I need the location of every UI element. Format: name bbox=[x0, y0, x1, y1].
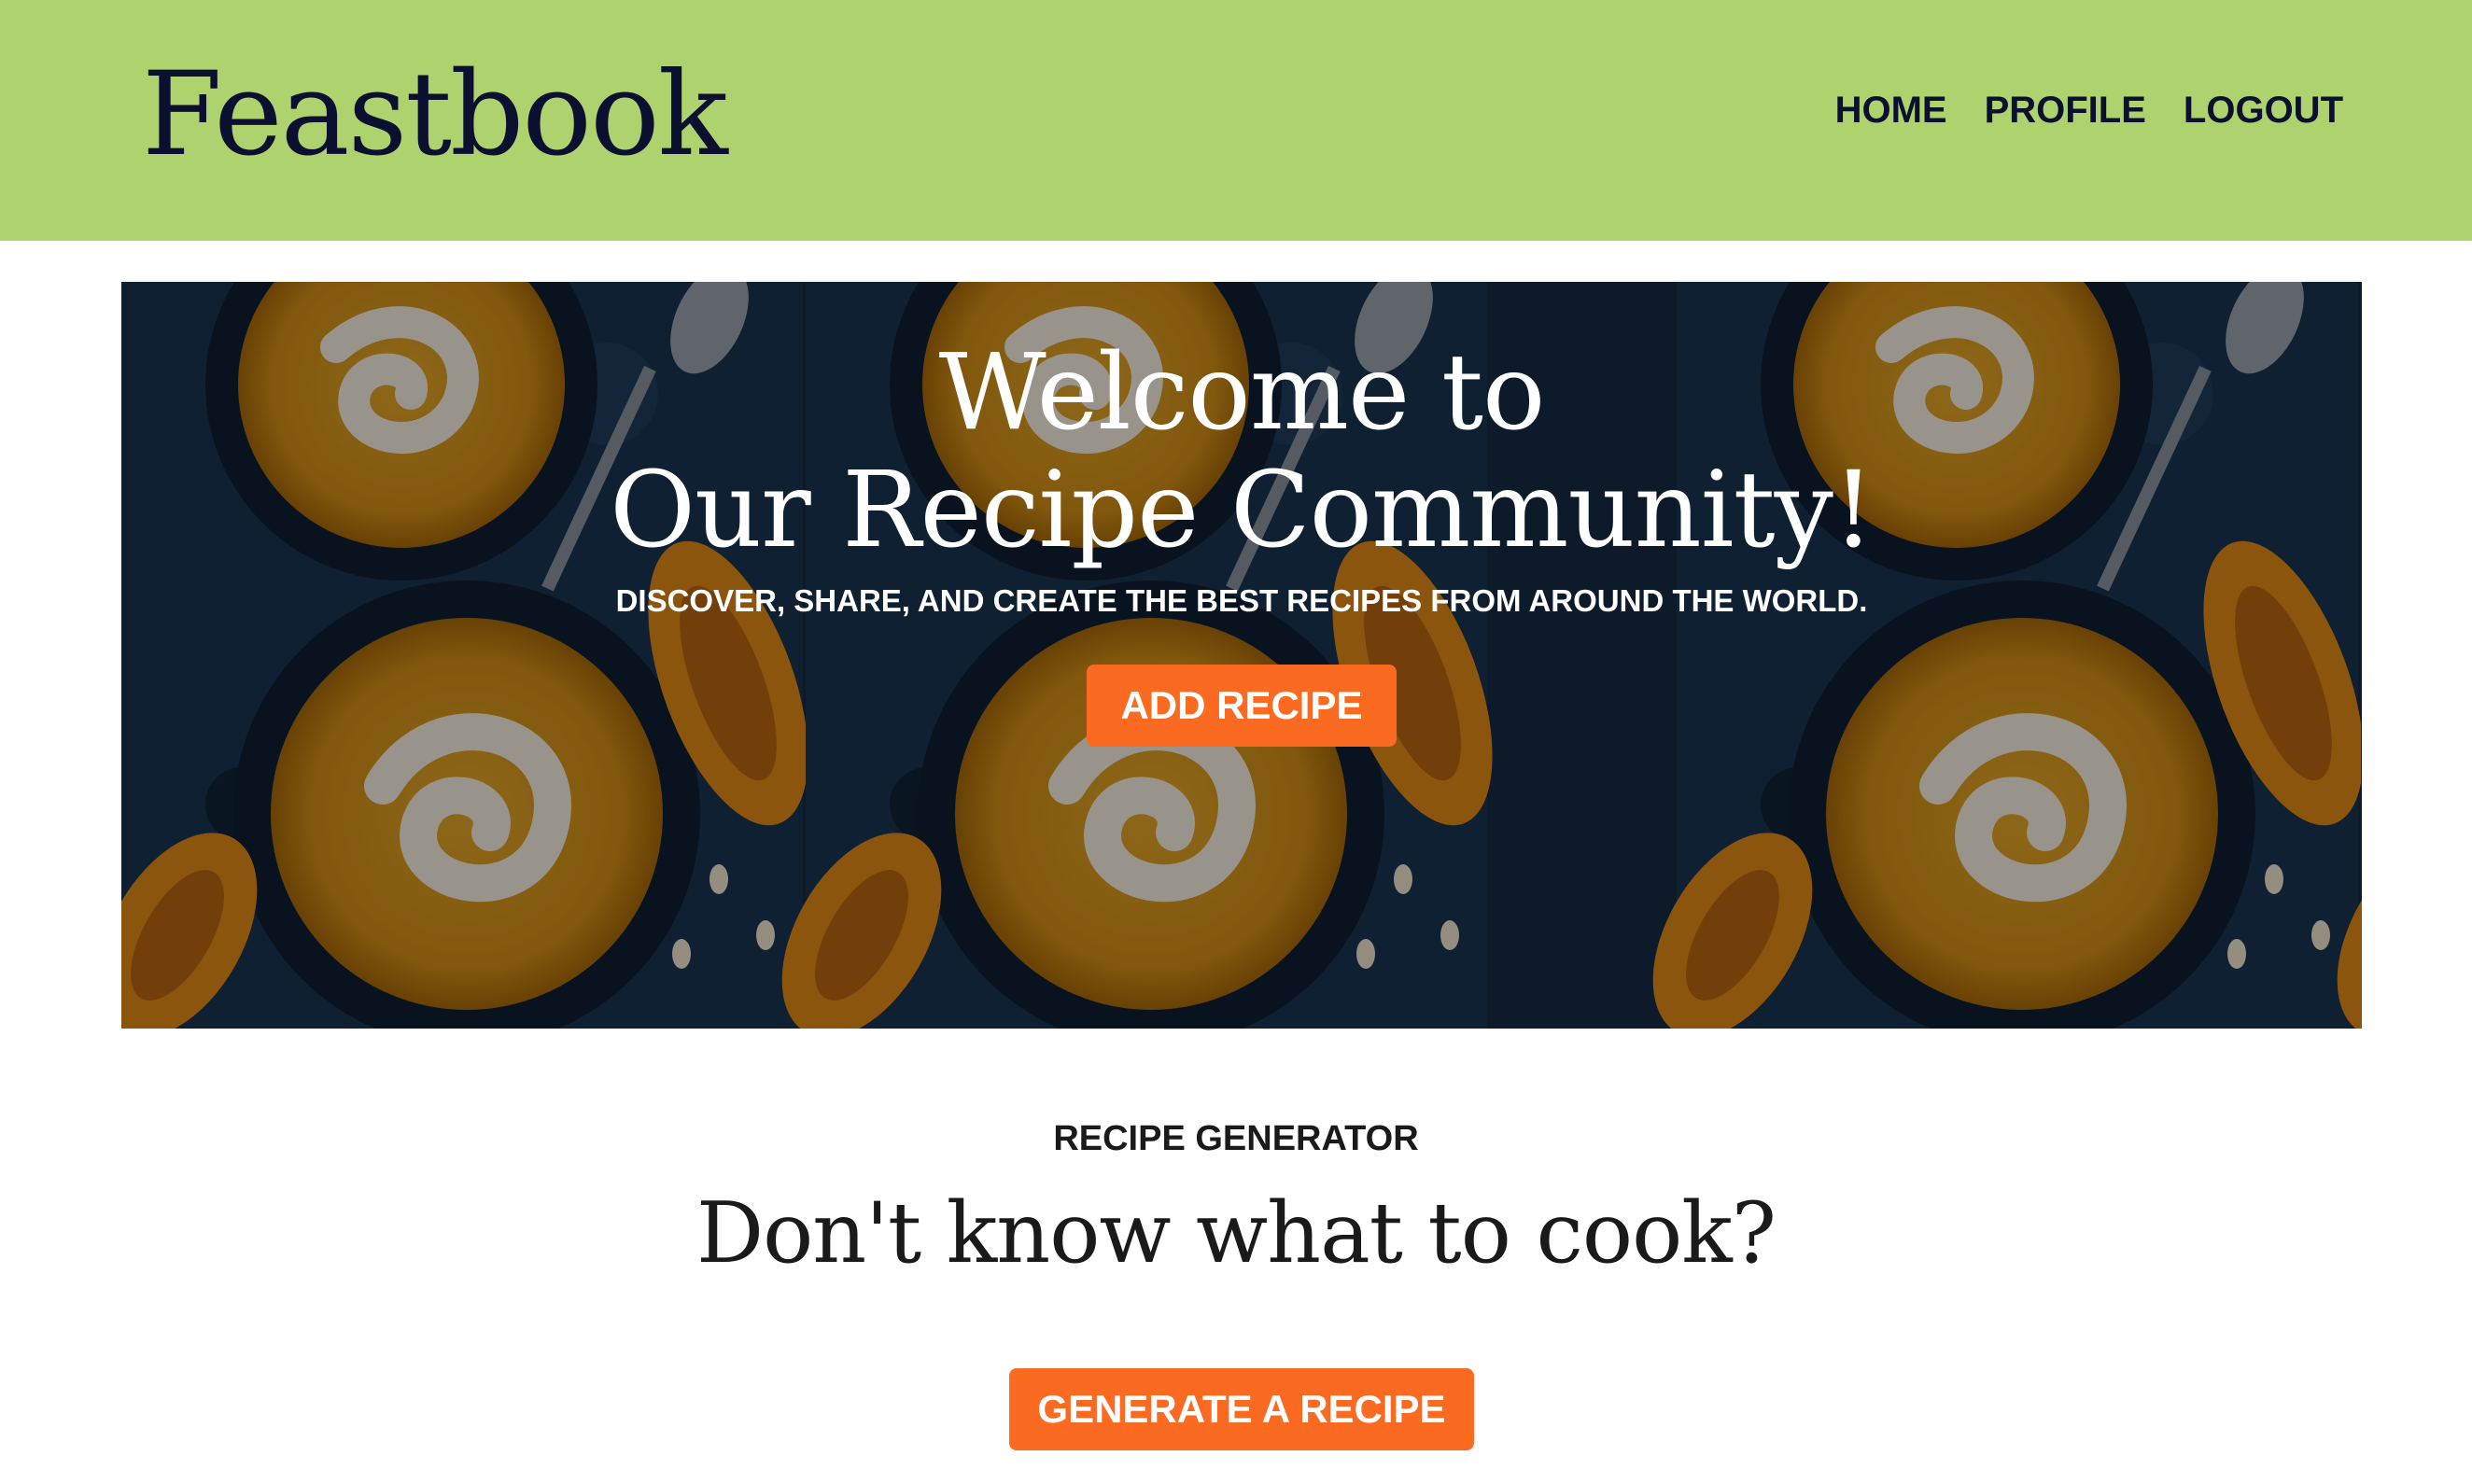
hero-title-line-1: Welcome to bbox=[938, 332, 1546, 454]
recipe-generator-title: Don't know what to cook? bbox=[695, 1184, 1777, 1282]
site-header: Feastbook HOME PROFILE LOGOUT bbox=[0, 0, 2472, 241]
nav-profile-link[interactable]: PROFILE bbox=[1985, 84, 2146, 136]
hero-title-line-2: Our Recipe Community! bbox=[610, 450, 1875, 571]
site-logo[interactable]: Feastbook bbox=[142, 45, 728, 185]
hero-banner: Welcome to Our Recipe Community! DISCOVE… bbox=[121, 282, 2362, 1029]
nav-home-link[interactable]: HOME bbox=[1835, 84, 1947, 136]
recipe-generator-label: RECIPE GENERATOR bbox=[1053, 1119, 1419, 1158]
nav-logout-link[interactable]: LOGOUT bbox=[2184, 84, 2343, 136]
hero-subtitle: DISCOVER, SHARE, AND CREATE THE BEST REC… bbox=[615, 583, 1868, 618]
main-nav: HOME PROFILE LOGOUT bbox=[1835, 84, 2343, 136]
generate-recipe-button[interactable]: GENERATE A RECIPE bbox=[1009, 1368, 1474, 1450]
hero-title: Welcome to Our Recipe Community! bbox=[121, 334, 2362, 569]
add-recipe-button[interactable]: ADD RECIPE bbox=[1087, 665, 1397, 747]
